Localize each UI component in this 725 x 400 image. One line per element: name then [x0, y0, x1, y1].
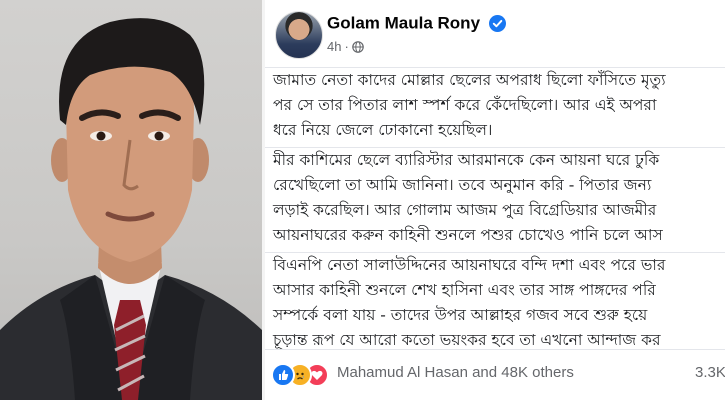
comment-count[interactable]: 3.3K	[695, 364, 725, 381]
text-line: আয়নাঘরের করুন কাহিনী শুনলে পশুর চোখেও প…	[273, 226, 663, 244]
post-paragraph-2: মীর কাশিমের ছেলে ব্যারিস্টার আরমানকে কেন…	[265, 147, 725, 248]
text-line: সম্পর্কে বলা যায় - তাদের উপর আল্লাহর গজ…	[273, 306, 648, 324]
text-line: লড়াই করেছিল। আর গোলাম আজম পুত্র বিগ্রেড…	[273, 201, 657, 219]
author-avatar[interactable]	[275, 11, 323, 59]
post-meta: 4h ·	[327, 39, 364, 54]
text-line: আসার কাহিনী শুনলে শেখ হাসিনা এবং তার সাঙ…	[273, 281, 656, 299]
globe-icon[interactable]	[352, 41, 364, 53]
post-paragraph-3: বিএনপি নেতা সালাউদ্দিনের আয়নাঘরে বন্দি …	[265, 252, 725, 353]
text-line: পর সে তার পিতার লাশ স্পর্শ করে কেঁদেছিলো…	[273, 96, 657, 114]
reaction-summary[interactable]: Mahamud Al Hasan and 48K others	[337, 364, 574, 381]
reaction-icons[interactable]	[271, 363, 333, 387]
text-line: ধরে নিয়ে জেলে ঢোকানো হয়েছিল।	[273, 121, 493, 139]
portrait-photo	[0, 0, 262, 400]
text-line: বিএনপি নেতা সালাউদ্দিনের আয়নাঘরে বন্দি …	[273, 256, 666, 274]
reactions-bar: Mahamud Al Hasan and 48K others 3.3K	[265, 349, 725, 400]
author-name[interactable]: Golam Maula Rony	[327, 14, 480, 33]
like-icon	[271, 363, 295, 387]
facebook-post: Golam Maula Rony 4h · জামাত নেতা কাদের মো…	[265, 0, 725, 400]
verified-badge-icon	[489, 15, 507, 32]
post-text: জামাত নেতা কাদের মোল্লার ছেলের অপরাধ ছিল…	[265, 67, 725, 349]
meta-separator: ·	[344, 39, 349, 54]
author-name-row: Golam Maula Rony	[327, 13, 507, 37]
text-line: মীর কাশিমের ছেলে ব্যারিস্টার আরমানকে কেন…	[273, 151, 660, 169]
text-line: রেখেছিলো তা আমি জানিনা। তবে অনুমান করি -…	[273, 176, 652, 194]
text-line: জামাত নেতা কাদের মোল্লার ছেলের অপরাধ ছিল…	[273, 71, 666, 89]
post-header: Golam Maula Rony 4h ·	[265, 0, 725, 68]
post-timestamp[interactable]: 4h	[327, 39, 341, 54]
portrait-illustration	[0, 18, 262, 400]
post-paragraph-1: জামাত নেতা কাদের মোল্লার ছেলের অপরাধ ছিল…	[265, 67, 725, 143]
